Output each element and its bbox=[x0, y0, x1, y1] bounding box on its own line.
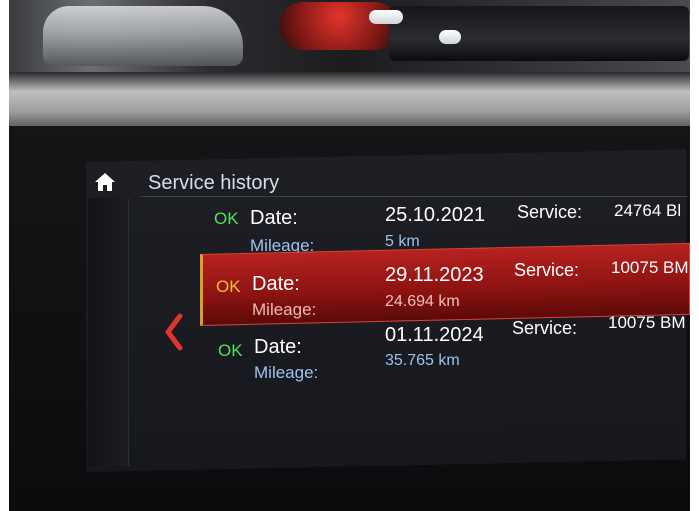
mileage-value: 35.765 km bbox=[385, 352, 460, 369]
date-value: 01.11.2024 bbox=[385, 324, 484, 346]
status-badge: OK bbox=[214, 209, 239, 228]
status-badge: OK bbox=[218, 341, 243, 360]
date-label: Date: bbox=[250, 207, 298, 229]
mileage-value: 24.694 km bbox=[385, 293, 460, 310]
service-value: 10075 BM bbox=[611, 258, 689, 277]
service-value: 24764 Bl bbox=[614, 201, 682, 220]
title-divider bbox=[140, 196, 688, 197]
windshield-scene bbox=[9, 0, 690, 80]
side-panel bbox=[88, 198, 129, 466]
service-label: Service: bbox=[514, 260, 580, 280]
service-label: Service: bbox=[512, 318, 578, 338]
status-badge: OK bbox=[216, 277, 241, 296]
date-value: 29.11.2023 bbox=[385, 264, 484, 286]
service-label: Service: bbox=[517, 202, 583, 222]
home-icon[interactable] bbox=[94, 172, 116, 192]
parked-car-silver bbox=[43, 6, 243, 66]
mileage-label: Mileage: bbox=[252, 300, 317, 319]
ceiling-light bbox=[439, 30, 461, 44]
page-title: Service history bbox=[148, 172, 280, 194]
parked-car-dark bbox=[389, 6, 689, 61]
date-label: Date: bbox=[254, 336, 302, 358]
date-label: Date: bbox=[252, 273, 300, 295]
dashboard-top bbox=[9, 72, 690, 128]
mileage-label: Mileage: bbox=[254, 363, 319, 382]
service-value: 10075 BM bbox=[608, 313, 686, 332]
date-value: 25.10.2021 bbox=[385, 204, 486, 226]
ceiling-light bbox=[369, 10, 403, 24]
chevron-left-icon[interactable] bbox=[160, 312, 186, 352]
